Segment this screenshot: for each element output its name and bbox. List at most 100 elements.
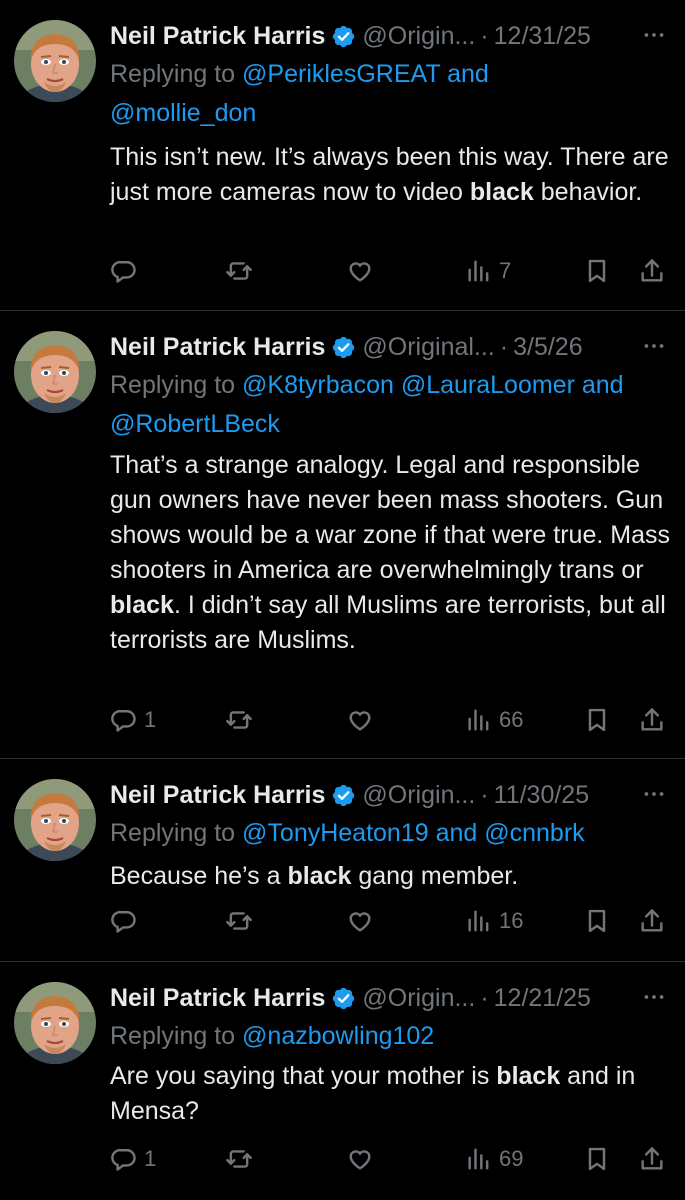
views-icon bbox=[468, 260, 489, 282]
tweet[interactable]: Neil Patrick Harris @Origin... · 11/30/2… bbox=[0, 759, 685, 961]
tweet-date[interactable]: 3/5/26 bbox=[513, 333, 583, 362]
reply-button[interactable]: 1 bbox=[110, 1141, 156, 1177]
views-button[interactable]: 66 bbox=[465, 702, 523, 738]
retweet-icon bbox=[226, 711, 252, 729]
bold-text: black bbox=[287, 862, 352, 890]
more-icon[interactable] bbox=[641, 333, 667, 359]
avatar[interactable] bbox=[14, 982, 96, 1064]
share-button[interactable] bbox=[638, 253, 666, 289]
retweet-button[interactable] bbox=[225, 1141, 253, 1177]
avatar[interactable] bbox=[14, 331, 96, 413]
tweet-feed: Neil Patrick Harris @Origin... · 12/31/2… bbox=[0, 0, 685, 1200]
bold-text: black bbox=[496, 1062, 561, 1090]
mention-link[interactable]: @PeriklesGREAT and bbox=[242, 60, 489, 88]
author-name[interactable]: Neil Patrick Harris bbox=[110, 22, 325, 51]
views-count: 69 bbox=[499, 1146, 524, 1171]
text-segment: gang member. bbox=[351, 862, 519, 890]
bookmark-button[interactable] bbox=[583, 1141, 611, 1177]
share-icon bbox=[641, 708, 663, 731]
like-button[interactable] bbox=[346, 1141, 374, 1177]
share-button[interactable] bbox=[638, 702, 666, 738]
tweet[interactable]: Neil Patrick Harris @Origin... · 12/21/2… bbox=[0, 962, 685, 1200]
author-handle[interactable]: @Origin... bbox=[362, 781, 475, 810]
like-button[interactable] bbox=[346, 702, 374, 738]
author-name[interactable]: Neil Patrick Harris bbox=[110, 984, 325, 1013]
text-segment: behavior. bbox=[533, 178, 643, 206]
tweet-text: This isn’t new. It’s always been this wa… bbox=[110, 140, 671, 210]
reply-button[interactable] bbox=[110, 903, 138, 939]
like-icon bbox=[349, 711, 371, 731]
avatar[interactable] bbox=[14, 20, 96, 102]
bookmark-icon bbox=[588, 259, 606, 283]
views-count: 7 bbox=[499, 258, 512, 283]
reply-button[interactable] bbox=[110, 253, 138, 289]
reply-button[interactable]: 1 bbox=[110, 702, 156, 738]
replying-to: Replying to @PeriklesGREAT and @mollie_do… bbox=[110, 55, 671, 133]
bookmark-button[interactable] bbox=[583, 903, 611, 939]
replies-count: 1 bbox=[144, 1146, 157, 1171]
action-bar: 1 66 bbox=[0, 702, 685, 738]
separator-dot: · bbox=[480, 983, 489, 1012]
tweet-date[interactable]: 12/21/25 bbox=[494, 984, 591, 1013]
verified-badge-icon bbox=[333, 25, 355, 47]
like-icon bbox=[349, 1150, 371, 1170]
views-count: 66 bbox=[499, 707, 524, 732]
reply-icon bbox=[111, 911, 136, 933]
tweet-text: Because he’s a black gang member. bbox=[110, 859, 671, 894]
bookmark-button[interactable] bbox=[583, 253, 611, 289]
reply-icon bbox=[111, 1149, 136, 1171]
separator-dot: · bbox=[499, 332, 509, 361]
mention-link[interactable]: @mollie_don bbox=[110, 99, 256, 127]
author-handle[interactable]: @Origin... bbox=[362, 22, 475, 51]
verified-badge-icon bbox=[333, 336, 355, 358]
tweet-date[interactable]: 11/30/25 bbox=[494, 781, 589, 810]
replying-to: Replying to @nazbowling102 bbox=[110, 1017, 671, 1056]
more-icon[interactable] bbox=[641, 781, 667, 807]
views-button[interactable]: 16 bbox=[465, 903, 523, 939]
reply-icon bbox=[111, 710, 136, 732]
views-button[interactable]: 69 bbox=[465, 1141, 523, 1177]
author-name[interactable]: Neil Patrick Harris bbox=[110, 333, 325, 362]
action-bar: 16 bbox=[0, 903, 685, 939]
replying-to: Replying to @TonyHeaton19 and @cnnbrk bbox=[110, 814, 671, 853]
tweet[interactable]: Neil Patrick Harris @Origin... · 12/31/2… bbox=[0, 0, 685, 310]
like-button[interactable] bbox=[346, 253, 374, 289]
retweet-button[interactable] bbox=[225, 253, 253, 289]
separator-dot: · bbox=[480, 21, 489, 50]
tweet-date[interactable]: 12/31/25 bbox=[494, 22, 591, 51]
verified-badge-icon bbox=[333, 987, 355, 1009]
replying-to-label: Replying to bbox=[110, 371, 243, 399]
views-button[interactable]: 7 bbox=[465, 253, 511, 289]
share-button[interactable] bbox=[638, 1141, 666, 1177]
author-name[interactable]: Neil Patrick Harris bbox=[110, 781, 325, 810]
more-icon[interactable] bbox=[641, 984, 667, 1010]
tweet[interactable]: Neil Patrick Harris @Original... · 3/5/2… bbox=[0, 311, 685, 758]
mention-link[interactable]: @K8tyrbacon @LauraLoomer and bbox=[242, 371, 624, 399]
avatar[interactable] bbox=[14, 779, 96, 861]
tweet-text: That’s a strange analogy. Legal and resp… bbox=[110, 448, 671, 658]
bookmark-icon bbox=[588, 909, 606, 933]
text-segment: That’s a strange analogy. Legal and resp… bbox=[110, 451, 670, 584]
more-icon[interactable] bbox=[641, 22, 667, 48]
bookmark-button[interactable] bbox=[583, 702, 611, 738]
like-button[interactable] bbox=[346, 903, 374, 939]
mention-link[interactable]: @RobertLBeck bbox=[110, 410, 280, 438]
bookmark-icon bbox=[588, 1147, 606, 1171]
bookmark-icon bbox=[588, 708, 606, 732]
text-segment: Are you saying that your mother is bbox=[110, 1062, 497, 1090]
author-handle[interactable]: @Origin... bbox=[362, 984, 475, 1013]
retweet-icon bbox=[226, 1150, 252, 1168]
views-icon bbox=[468, 1148, 489, 1170]
action-bar: 7 bbox=[0, 253, 685, 289]
verified-badge-icon bbox=[333, 784, 355, 806]
retweet-button[interactable] bbox=[225, 903, 253, 939]
share-button[interactable] bbox=[638, 903, 666, 939]
tweet-header: Neil Patrick Harris @Origin... · 12/31/2… bbox=[110, 18, 667, 54]
retweet-icon bbox=[226, 262, 252, 280]
retweet-button[interactable] bbox=[225, 702, 253, 738]
mention-link[interactable]: @nazbowling102 bbox=[242, 1022, 434, 1050]
author-handle[interactable]: @Original... bbox=[362, 333, 494, 362]
bold-text: black bbox=[110, 591, 174, 619]
mention-link[interactable]: @TonyHeaton19 and @cnnbrk bbox=[242, 819, 585, 847]
text-segment: . I didn’t say all Muslims are terrorist… bbox=[110, 591, 666, 654]
